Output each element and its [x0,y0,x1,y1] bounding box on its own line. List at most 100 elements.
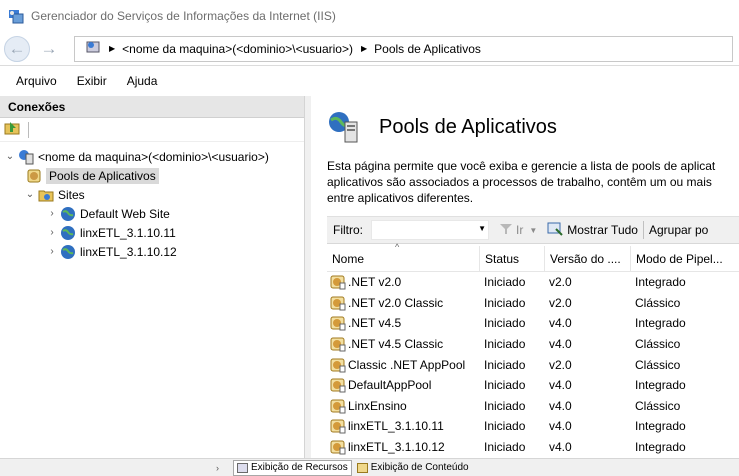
cell-version: v2.0 [549,357,572,372]
table-row[interactable]: .NET v2.0 Iniciado v2.0 Integrado [327,272,739,293]
cell-status: Iniciado [484,378,526,393]
window-title: Gerenciador do Serviços de Informações d… [31,9,336,23]
content-view-label: Exibição de Conteúdo [370,462,469,473]
cell-status: Iniciado [484,295,526,310]
cell-version: v4.0 [549,440,572,455]
table-row[interactable]: Classic .NET AppPool Iniciado v2.0 Clássico [327,354,739,375]
show-all-icon [547,222,563,239]
column-header-pipeline[interactable]: Modo de Pipel... [630,245,739,272]
connections-header: Conexões [0,96,304,118]
app-pool-icon [330,357,346,373]
cell-status: Iniciado [484,316,526,331]
connections-toolbar [0,118,304,142]
column-header-status[interactable]: Status [479,245,544,272]
main-pane: Pools de Aplicativos Esta página permite… [311,96,739,458]
table-row[interactable]: .NET v4.5 Iniciado v4.0 Integrado [327,313,739,334]
features-view-button[interactable]: Exibição de Recursos [233,459,352,476]
page-header: Pools de Aplicativos [327,110,557,144]
app-pool-icon [330,295,346,311]
go-dropdown-icon[interactable]: ▼ [529,226,537,235]
breadcrumb-item-server[interactable]: <nome da maquina>(<dominio>\<usuario>) [122,42,353,56]
table-row[interactable]: linxETL_3.1.10.11 Iniciado v4.0 Integrado [327,416,739,437]
horizontal-scrollbar[interactable]: › [0,460,225,476]
filter-input[interactable]: ▼ [371,220,489,240]
group-by-button[interactable]: Agrupar po [649,223,708,237]
cell-name: Classic .NET AppPool [327,357,479,373]
cell-pipeline-mode: Integrado [635,275,686,290]
app-pool-icon [330,398,346,414]
address-bar: ← → ▶ <nome da maquina>(<dominio>\<usuar… [0,32,739,66]
description-line: Esta página permite que você exiba e ger… [327,159,716,173]
description-line: entre aplicativos diferentes. [327,191,474,205]
app-pool-name: Classic .NET AppPool [348,357,466,372]
tree-node-label: Default Web Site [80,206,170,221]
description-line: aplicativos são associados a processos d… [327,175,712,189]
app-pool-name: linxETL_3.1.10.12 [348,440,445,455]
app-pool-icon [330,418,346,434]
content-view-button[interactable]: Exibição de Conteúdo [354,460,472,476]
features-view-icon [237,462,248,473]
tree-node-app-pools[interactable]: Pools de Aplicativos [24,166,159,185]
tree-node-default-web-site[interactable]: › Default Web Site [46,204,170,223]
menu-item-ajuda[interactable]: Ajuda [127,74,158,88]
go-button[interactable]: Ir ▼ [499,223,537,238]
menu-item-exibir[interactable]: Exibir [77,74,107,88]
tree-node-server[interactable]: ⌄ <nome da maquina>(<dominio>\<usuario>) [4,147,269,166]
server-icon [18,149,34,165]
breadcrumb-home-icon [85,39,101,58]
expand-chevron-icon[interactable]: › [46,227,58,238]
start-page-icon[interactable] [4,120,22,139]
cell-name: linxETL_3.1.10.11 [327,418,479,434]
filter-label: Filtro: [333,223,363,237]
table-row[interactable]: DefaultAppPool Iniciado v4.0 Integrado [327,375,739,396]
table-body: .NET v2.0 Iniciado v2.0 Integrado .NET v2.0 … [327,272,739,457]
app-pool-name: .NET v2.0 Classic [348,295,444,310]
show-all-button[interactable]: Mostrar Tudo [547,222,638,239]
column-header-name[interactable]: Nome [327,252,479,266]
breadcrumb[interactable]: ▶ <nome da maquina>(<dominio>\<usuario>)… [74,35,733,62]
collapse-chevron-icon[interactable]: ⌄ [24,189,36,200]
back-arrow-icon: ← [8,38,26,58]
tree-node-linxetl-3-1-10-12[interactable]: › linxETL_3.1.10.12 [46,242,177,261]
menu-item-arquivo[interactable]: Arquivo [16,74,57,88]
app-pool-name: linxETL_3.1.10.11 [348,419,444,434]
title-bar: Gerenciador do Serviços de Informações d… [0,0,739,32]
app-pool-name: LinxEnsino [348,398,407,413]
cell-name: linxETL_3.1.10.12 [327,439,479,455]
breadcrumb-separator-icon[interactable]: ▶ [109,44,115,53]
connections-pane: Conexões ⌄ <nome da maquina>(<dominio>\<… [0,96,305,476]
collapse-chevron-icon[interactable]: ⌄ [4,151,16,162]
forward-arrow-icon: → [40,38,58,58]
status-bar: › Exibição de Recursos Exibição de Conte… [0,458,739,476]
go-label: Ir [516,223,524,237]
expand-chevron-icon[interactable]: › [46,246,58,257]
tree-node-sites[interactable]: ⌄ Sites [24,185,85,204]
back-button[interactable]: ← [4,35,30,62]
dropdown-arrow-icon[interactable]: ▼ [478,224,486,233]
app-pool-name: DefaultAppPool [348,378,432,393]
cell-pipeline-mode: Integrado [635,419,686,434]
breadcrumb-item-app-pools[interactable]: Pools de Aplicativos [374,42,481,56]
forward-button[interactable]: → [36,36,62,62]
table-row[interactable]: linxETL_3.1.10.12 Iniciado v4.0 Integrado [327,437,739,458]
app-pool-icon [330,315,346,331]
cell-status: Iniciado [484,275,526,290]
table-row[interactable]: .NET v4.5 Classic Iniciado v4.0 Clássico [327,334,739,355]
cell-version: v4.0 [549,337,572,352]
app-pools-large-icon [327,110,361,144]
cell-status: Iniciado [484,337,526,352]
column-header-version[interactable]: Versão do .... [544,245,630,272]
table-row[interactable]: .NET v2.0 Classic Iniciado v2.0 Clássico [327,293,739,314]
table-row[interactable]: LinxEnsino Iniciado v4.0 Clássico [327,396,739,417]
cell-version: v4.0 [549,419,572,434]
app-pool-icon [330,439,346,455]
scroll-right-icon[interactable]: › [216,463,219,473]
tree-node-label: Sites [58,187,85,202]
cell-status: Iniciado [484,357,526,372]
globe-icon [60,244,76,260]
expand-chevron-icon[interactable]: › [46,208,58,219]
tree-node-linxetl-3-1-10-11[interactable]: › linxETL_3.1.10.11 [46,223,176,242]
filter-bar: Filtro: ▼ Ir ▼ Mostrar Tudo Agrupar po [327,216,739,244]
breadcrumb-separator-icon[interactable]: ▶ [361,44,367,53]
globe-icon [60,225,76,241]
